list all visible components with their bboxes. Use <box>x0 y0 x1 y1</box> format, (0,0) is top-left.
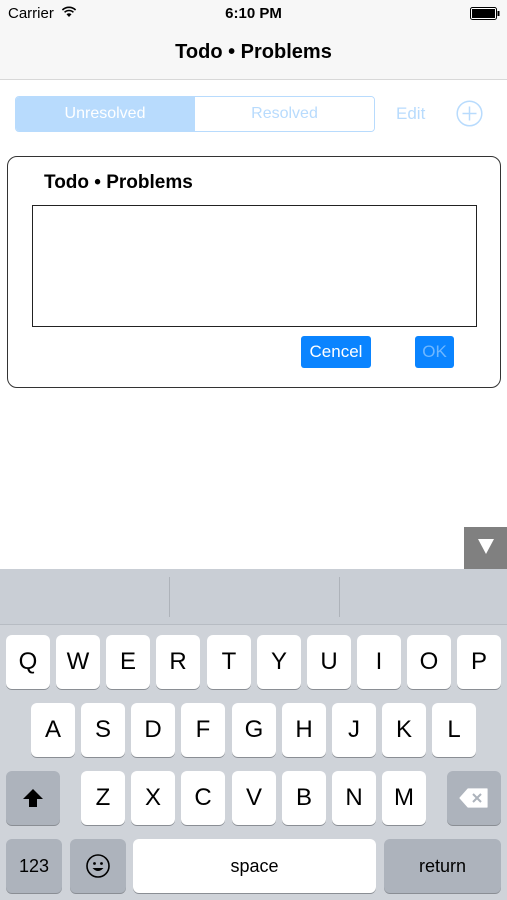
key-w[interactable]: W <box>56 635 100 689</box>
emoji-key[interactable] <box>70 839 126 893</box>
suggestion-bar <box>0 569 507 625</box>
key-j[interactable]: J <box>332 703 376 757</box>
segment-resolved[interactable]: Resolved <box>194 97 374 131</box>
key-q[interactable]: Q <box>6 635 50 689</box>
delete-key[interactable] <box>447 771 501 825</box>
key-c[interactable]: C <box>181 771 225 825</box>
status-bar: Carrier 6:10 PM <box>0 0 507 28</box>
key-v[interactable]: V <box>232 771 276 825</box>
key-p[interactable]: P <box>457 635 501 689</box>
key-r[interactable]: R <box>156 635 200 689</box>
battery-icon <box>470 7 500 20</box>
keyboard: Q W E R T Y U I O P A S D F G H J K L Z … <box>0 569 507 900</box>
key-k[interactable]: K <box>382 703 426 757</box>
space-key[interactable]: space <box>133 839 376 893</box>
ok-button[interactable]: OK <box>415 336 454 368</box>
suggestion-divider <box>339 577 340 617</box>
key-e[interactable]: E <box>106 635 150 689</box>
key-t[interactable]: T <box>207 635 251 689</box>
key-f[interactable]: F <box>181 703 225 757</box>
todo-text-area[interactable] <box>32 205 477 327</box>
plus-circle-icon[interactable] <box>456 100 483 127</box>
key-g[interactable]: G <box>232 703 276 757</box>
key-d[interactable]: D <box>131 703 175 757</box>
status-time: 6:10 PM <box>225 5 282 22</box>
key-m[interactable]: M <box>382 771 426 825</box>
dialog-title: Todo • Problems <box>44 172 193 193</box>
nav-title: Todo • Problems <box>175 41 332 63</box>
numbers-key[interactable]: 123 <box>6 839 62 893</box>
hide-keyboard-button[interactable] <box>464 527 507 569</box>
key-i[interactable]: I <box>357 635 401 689</box>
edit-button[interactable]: Edit <box>396 104 425 124</box>
return-key[interactable]: return <box>384 839 501 893</box>
key-o[interactable]: O <box>407 635 451 689</box>
key-b[interactable]: B <box>282 771 326 825</box>
app-screen: Todo • Problems Carrier 6:10 PM Unresolv… <box>0 0 507 900</box>
key-a[interactable]: A <box>31 703 75 757</box>
key-u[interactable]: U <box>307 635 351 689</box>
key-l[interactable]: L <box>432 703 476 757</box>
shift-key[interactable] <box>6 771 60 825</box>
key-h[interactable]: H <box>282 703 326 757</box>
backspace-icon <box>459 788 488 808</box>
shift-arrow-icon <box>23 789 43 807</box>
key-x[interactable]: X <box>131 771 175 825</box>
status-segmented-control: Unresolved Resolved <box>15 96 375 132</box>
cancel-button[interactable]: Cencel <box>301 336 371 368</box>
suggestion-divider <box>169 577 170 617</box>
emoji-icon <box>86 854 110 878</box>
new-todo-dialog: Todo • Problems Cencel OK <box>7 156 501 388</box>
key-z[interactable]: Z <box>81 771 125 825</box>
key-n[interactable]: N <box>332 771 376 825</box>
triangle-down-icon <box>478 539 494 554</box>
key-y[interactable]: Y <box>257 635 301 689</box>
segment-unresolved[interactable]: Unresolved <box>16 97 194 131</box>
key-s[interactable]: S <box>81 703 125 757</box>
